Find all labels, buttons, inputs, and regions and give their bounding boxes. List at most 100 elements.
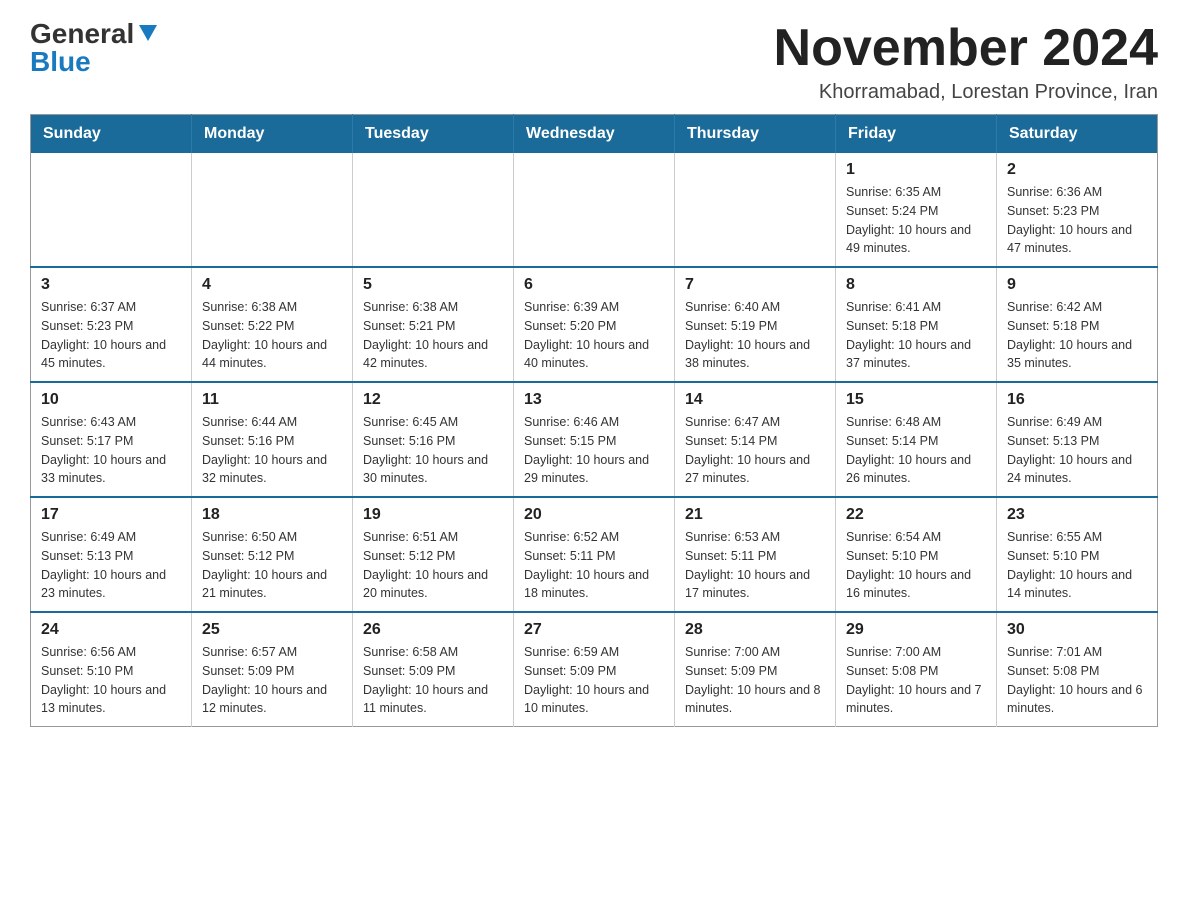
day-number: 25	[202, 621, 342, 639]
calendar-cell: 13 Sunrise: 6:46 AMSunset: 5:15 PMDayligh…	[514, 382, 675, 497]
weekday-row: Sunday Monday Tuesday Wednesday Thursday…	[31, 115, 1158, 154]
day-info: Sunrise: 6:49 AMSunset: 5:13 PMDaylight:…	[1007, 413, 1147, 488]
calendar-cell: 9 Sunrise: 6:42 AMSunset: 5:18 PMDaylight…	[997, 267, 1158, 382]
calendar-header: Sunday Monday Tuesday Wednesday Thursday…	[31, 115, 1158, 154]
calendar-cell: 25 Sunrise: 6:57 AMSunset: 5:09 PMDayligh…	[192, 612, 353, 727]
day-number: 14	[685, 391, 825, 409]
calendar-cell: 11Sunrise: 6:44 AMSunset: 5:16 PMDayligh…	[192, 382, 353, 497]
calendar-cell: 19Sunrise: 6:51 AMSunset: 5:12 PMDayligh…	[353, 497, 514, 612]
day-number: 12	[363, 391, 503, 409]
calendar-cell: 3 Sunrise: 6:37 AMSunset: 5:23 PMDaylight…	[31, 267, 192, 382]
day-number: 9	[1007, 276, 1147, 294]
calendar-cell: 30 Sunrise: 7:01 AMSunset: 5:08 PMDayligh…	[997, 612, 1158, 727]
day-number: 13	[524, 391, 664, 409]
calendar-cell: 24Sunrise: 6:56 AMSunset: 5:10 PMDayligh…	[31, 612, 192, 727]
logo-triangle-icon	[137, 21, 159, 43]
calendar-cell: 2 Sunrise: 6:36 AMSunset: 5:23 PMDaylight…	[997, 153, 1158, 267]
header-tuesday: Tuesday	[353, 115, 514, 154]
calendar-cell	[353, 153, 514, 267]
calendar-cell	[514, 153, 675, 267]
day-info: Sunrise: 6:41 AMSunset: 5:18 PMDaylight:…	[846, 298, 986, 373]
day-number: 15	[846, 391, 986, 409]
week-row-2: 3 Sunrise: 6:37 AMSunset: 5:23 PMDaylight…	[31, 267, 1158, 382]
day-info: Sunrise: 6:48 AMSunset: 5:14 PMDaylight:…	[846, 413, 986, 488]
header-friday: Friday	[836, 115, 997, 154]
calendar-cell: 5 Sunrise: 6:38 AMSunset: 5:21 PMDaylight…	[353, 267, 514, 382]
calendar-cell: 1Sunrise: 6:35 AMSunset: 5:24 PMDaylight…	[836, 153, 997, 267]
calendar-cell: 6Sunrise: 6:39 AMSunset: 5:20 PMDaylight…	[514, 267, 675, 382]
day-info: Sunrise: 6:59 AMSunset: 5:09 PMDaylight:…	[524, 643, 664, 718]
day-info: Sunrise: 6:56 AMSunset: 5:10 PMDaylight:…	[41, 643, 181, 718]
day-number: 26	[363, 621, 503, 639]
day-info: Sunrise: 6:53 AMSunset: 5:11 PMDaylight:…	[685, 528, 825, 603]
day-number: 18	[202, 506, 342, 524]
day-info: Sunrise: 6:52 AMSunset: 5:11 PMDaylight:…	[524, 528, 664, 603]
calendar-cell: 15 Sunrise: 6:48 AMSunset: 5:14 PMDayligh…	[836, 382, 997, 497]
day-number: 21	[685, 506, 825, 524]
day-info: Sunrise: 6:58 AMSunset: 5:09 PMDaylight:…	[363, 643, 503, 718]
logo-general-text: General	[30, 20, 134, 48]
day-info: Sunrise: 6:35 AMSunset: 5:24 PMDaylight:…	[846, 183, 986, 258]
day-info: Sunrise: 6:49 AMSunset: 5:13 PMDaylight:…	[41, 528, 181, 603]
calendar-cell: 18 Sunrise: 6:50 AMSunset: 5:12 PMDayligh…	[192, 497, 353, 612]
logo-blue-text: Blue	[30, 46, 91, 77]
subtitle: Khorramabad, Lorestan Province, Iran	[774, 81, 1158, 104]
day-number: 28	[685, 621, 825, 639]
day-info: Sunrise: 6:42 AMSunset: 5:18 PMDaylight:…	[1007, 298, 1147, 373]
calendar-cell: 29Sunrise: 7:00 AMSunset: 5:08 PMDayligh…	[836, 612, 997, 727]
day-number: 3	[41, 276, 181, 294]
day-info: Sunrise: 6:43 AMSunset: 5:17 PMDaylight:…	[41, 413, 181, 488]
day-info: Sunrise: 6:50 AMSunset: 5:12 PMDaylight:…	[202, 528, 342, 603]
day-info: Sunrise: 7:00 AMSunset: 5:09 PMDaylight:…	[685, 643, 825, 718]
calendar-cell: 27Sunrise: 6:59 AMSunset: 5:09 PMDayligh…	[514, 612, 675, 727]
day-number: 4	[202, 276, 342, 294]
day-number: 20	[524, 506, 664, 524]
day-info: Sunrise: 6:44 AMSunset: 5:16 PMDaylight:…	[202, 413, 342, 488]
day-info: Sunrise: 7:01 AMSunset: 5:08 PMDaylight:…	[1007, 643, 1147, 718]
header-sunday: Sunday	[31, 115, 192, 154]
day-info: Sunrise: 6:55 AMSunset: 5:10 PMDaylight:…	[1007, 528, 1147, 603]
day-number: 23	[1007, 506, 1147, 524]
day-number: 5	[363, 276, 503, 294]
calendar-cell: 22Sunrise: 6:54 AMSunset: 5:10 PMDayligh…	[836, 497, 997, 612]
day-info: Sunrise: 6:46 AMSunset: 5:15 PMDaylight:…	[524, 413, 664, 488]
calendar-cell: 12 Sunrise: 6:45 AMSunset: 5:16 PMDayligh…	[353, 382, 514, 497]
day-number: 2	[1007, 161, 1147, 179]
calendar-cell: 20 Sunrise: 6:52 AMSunset: 5:11 PMDayligh…	[514, 497, 675, 612]
day-number: 19	[363, 506, 503, 524]
calendar-cell	[192, 153, 353, 267]
day-info: Sunrise: 6:45 AMSunset: 5:16 PMDaylight:…	[363, 413, 503, 488]
day-info: Sunrise: 6:57 AMSunset: 5:09 PMDaylight:…	[202, 643, 342, 718]
day-number: 7	[685, 276, 825, 294]
day-info: Sunrise: 6:39 AMSunset: 5:20 PMDaylight:…	[524, 298, 664, 373]
logo: General Blue	[30, 20, 159, 76]
header: General Blue November 2024 Khorramabad, …	[30, 20, 1158, 104]
calendar-cell: 26 Sunrise: 6:58 AMSunset: 5:09 PMDayligh…	[353, 612, 514, 727]
calendar-body: 1Sunrise: 6:35 AMSunset: 5:24 PMDaylight…	[31, 153, 1158, 727]
header-thursday: Thursday	[675, 115, 836, 154]
calendar-cell: 14Sunrise: 6:47 AMSunset: 5:14 PMDayligh…	[675, 382, 836, 497]
week-row-5: 24Sunrise: 6:56 AMSunset: 5:10 PMDayligh…	[31, 612, 1158, 727]
calendar-cell: 10 Sunrise: 6:43 AMSunset: 5:17 PMDayligh…	[31, 382, 192, 497]
main-title: November 2024	[774, 20, 1158, 77]
day-info: Sunrise: 6:40 AMSunset: 5:19 PMDaylight:…	[685, 298, 825, 373]
header-wednesday: Wednesday	[514, 115, 675, 154]
calendar-cell: 28 Sunrise: 7:00 AMSunset: 5:09 PMDayligh…	[675, 612, 836, 727]
calendar-table: Sunday Monday Tuesday Wednesday Thursday…	[30, 114, 1158, 727]
week-row-4: 17Sunrise: 6:49 AMSunset: 5:13 PMDayligh…	[31, 497, 1158, 612]
header-monday: Monday	[192, 115, 353, 154]
calendar-cell: 7 Sunrise: 6:40 AMSunset: 5:19 PMDaylight…	[675, 267, 836, 382]
day-info: Sunrise: 7:00 AMSunset: 5:08 PMDaylight:…	[846, 643, 986, 718]
calendar-cell	[675, 153, 836, 267]
day-info: Sunrise: 6:36 AMSunset: 5:23 PMDaylight:…	[1007, 183, 1147, 258]
day-number: 10	[41, 391, 181, 409]
calendar-cell: 23 Sunrise: 6:55 AMSunset: 5:10 PMDayligh…	[997, 497, 1158, 612]
day-info: Sunrise: 6:54 AMSunset: 5:10 PMDaylight:…	[846, 528, 986, 603]
calendar-cell: 8 Sunrise: 6:41 AMSunset: 5:18 PMDaylight…	[836, 267, 997, 382]
day-info: Sunrise: 6:38 AMSunset: 5:22 PMDaylight:…	[202, 298, 342, 373]
calendar-cell: 21 Sunrise: 6:53 AMSunset: 5:11 PMDayligh…	[675, 497, 836, 612]
day-number: 30	[1007, 621, 1147, 639]
day-number: 8	[846, 276, 986, 294]
day-info: Sunrise: 6:37 AMSunset: 5:23 PMDaylight:…	[41, 298, 181, 373]
day-info: Sunrise: 6:38 AMSunset: 5:21 PMDaylight:…	[363, 298, 503, 373]
